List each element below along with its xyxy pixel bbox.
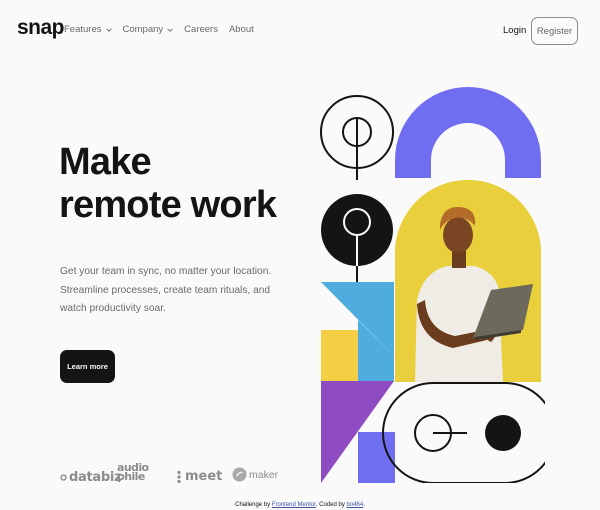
chevron-down-icon (105, 27, 112, 32)
attribution: Challenge by Frontend Mentor. Coded by b… (0, 502, 600, 508)
client-name: phile (117, 470, 145, 483)
snap-logo[interactable]: snap (17, 16, 65, 40)
black-circle-shape (321, 168, 393, 266)
pill-outline-shape (382, 382, 545, 483)
attribution-text: . (363, 502, 365, 508)
nav-item-label: Careers (184, 24, 218, 35)
main-nav: Features Company Careers About (64, 24, 254, 35)
meet-dots-icon (177, 470, 181, 483)
databiz-logo: databiz (60, 470, 122, 485)
nav-item-label: About (228, 24, 254, 35)
headline-line: remote work (59, 184, 277, 226)
frontend-mentor-link[interactable]: Frontend Mentor (272, 502, 316, 508)
nav-item-about[interactable]: About (229, 24, 254, 35)
hero-photo (395, 180, 541, 382)
databiz-mark-icon (60, 474, 67, 481)
client-name: maker (249, 468, 279, 481)
chevron-down-icon (167, 27, 173, 32)
nav-item-features[interactable]: Features (64, 24, 112, 35)
maker-mark-icon (232, 467, 247, 482)
yellow-square-shape (321, 330, 358, 381)
attribution-text: Challenge by (235, 502, 272, 508)
nav-item-label: Company (122, 24, 164, 35)
headline-line: Make (59, 141, 152, 183)
login-link[interactable]: Login (503, 25, 526, 36)
author-link[interactable]: bo464 (347, 502, 364, 508)
hero-headline: Make remote work (59, 141, 319, 227)
nav-item-careers[interactable]: Careers (184, 24, 218, 35)
register-button[interactable]: Register (531, 17, 578, 45)
nav-item-company[interactable]: Company (123, 24, 174, 35)
outline-circle-shape (320, 95, 394, 169)
client-name: meet (185, 469, 223, 484)
maker-logo: maker (232, 467, 278, 482)
person-with-laptop-image (395, 180, 541, 382)
site-header: snap Features Company Careers About Logi… (0, 0, 600, 60)
audiophile-logo: audio phile (117, 462, 159, 483)
nav-item-label: Features (64, 24, 102, 35)
hero-subtext: Get your team in sync, no matter your lo… (60, 266, 272, 314)
attribution-text: . Coded by (315, 502, 347, 508)
learn-more-button[interactable]: Learn more (60, 350, 115, 383)
purple-arch-shape (395, 87, 541, 178)
meet-logo: meet (175, 469, 222, 484)
client-name: databiz (69, 470, 122, 485)
